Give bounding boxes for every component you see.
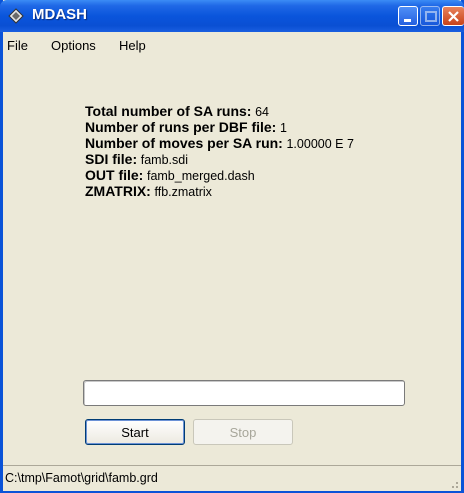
window-title: MDASH xyxy=(32,6,87,23)
info-label: Number of moves per SA run: xyxy=(85,135,283,151)
info-out-file: OUT file: famb_merged.dash xyxy=(85,168,354,184)
menu-bar: File Options Help xyxy=(3,32,461,60)
mdash-diamond-icon xyxy=(8,8,24,24)
resize-grip-icon[interactable] xyxy=(447,477,459,489)
info-value: famb_merged.dash xyxy=(146,169,255,183)
info-label: SDI file: xyxy=(85,151,138,167)
info-label: Total number of SA runs: xyxy=(85,103,252,119)
close-button[interactable] xyxy=(442,6,464,26)
info-label: Number of runs per DBF file: xyxy=(85,119,277,135)
minimize-icon xyxy=(404,19,411,22)
minimize-button[interactable] xyxy=(398,6,418,26)
status-path: C:\tmp\Famot\grid\famb.grd xyxy=(5,471,158,485)
info-runs-per-dbf: Number of runs per DBF file: 1 xyxy=(85,120,354,136)
info-sdi-file: SDI file: famb.sdi xyxy=(85,152,354,168)
progress-bar xyxy=(83,380,405,406)
mdash-window: MDASH File Options Help Total number of … xyxy=(0,0,464,493)
title-bar[interactable]: MDASH xyxy=(0,0,464,32)
info-value: ffb.zmatrix xyxy=(154,185,212,199)
menu-options[interactable]: Options xyxy=(51,38,96,53)
info-moves-per-run: Number of moves per SA run: 1.00000 E 7 xyxy=(85,136,354,152)
info-value: 1.00000 E 7 xyxy=(286,137,354,151)
stop-button[interactable]: Stop xyxy=(193,419,293,445)
menu-file[interactable]: File xyxy=(7,38,28,53)
info-label: ZMATRIX: xyxy=(85,183,151,199)
info-value: 64 xyxy=(255,105,269,119)
maximize-button[interactable] xyxy=(420,6,440,26)
info-total-runs: Total number of SA runs: 64 xyxy=(85,104,354,120)
status-bar: C:\tmp\Famot\grid\famb.grd xyxy=(3,465,461,491)
info-value: 1 xyxy=(279,121,287,135)
info-zmatrix: ZMATRIX: ffb.zmatrix xyxy=(85,184,354,200)
info-value: famb.sdi xyxy=(140,153,188,167)
menu-help[interactable]: Help xyxy=(119,38,146,53)
info-label: OUT file: xyxy=(85,167,144,183)
start-button[interactable]: Start xyxy=(85,419,185,445)
close-icon xyxy=(448,11,459,22)
run-info-panel: Total number of SA runs: 64 Number of ru… xyxy=(85,104,354,200)
maximize-icon xyxy=(425,11,437,22)
